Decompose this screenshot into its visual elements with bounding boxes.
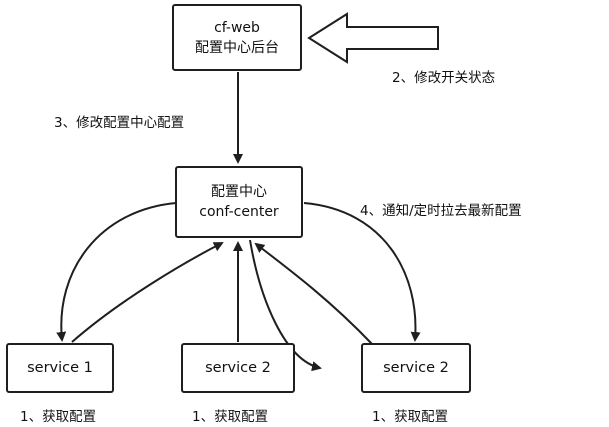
node-conf-center-subtitle: conf-center <box>199 204 279 220</box>
edge-service2right-to-center <box>254 242 373 345</box>
edge-center-to-service2right <box>303 202 421 342</box>
node-service-middle-label: service 2 <box>205 360 271 376</box>
node-service-right: service 2 <box>361 343 471 393</box>
edge-service1-to-center <box>71 242 224 343</box>
label-step2: 2、修改开关状态 <box>392 70 496 86</box>
node-conf-center: 配置中心 conf-center <box>175 166 303 238</box>
hollow-arrow-icon <box>307 12 439 64</box>
node-cf-web-title: cf-web <box>214 19 260 36</box>
node-service-middle: service 2 <box>181 343 295 393</box>
node-service-left-label: service 1 <box>27 360 93 376</box>
label-fetch-left: 1、获取配置 <box>20 409 97 425</box>
node-cf-web: cf-web 配置中心后台 <box>172 4 302 71</box>
label-fetch-middle: 1、获取配置 <box>192 409 269 425</box>
node-service-right-label: service 2 <box>383 360 449 376</box>
node-conf-center-title: 配置中心 <box>211 184 267 200</box>
label-fetch-right: 1、获取配置 <box>372 409 449 425</box>
node-cf-web-subtitle: 配置中心后台 <box>195 39 279 56</box>
edge-center-to-service1 <box>56 202 177 342</box>
label-step3: 3、修改配置中心配置 <box>54 115 185 131</box>
label-step4: 4、通知/定时拉去最新配置 <box>360 203 522 219</box>
node-service-left: service 1 <box>6 343 114 393</box>
